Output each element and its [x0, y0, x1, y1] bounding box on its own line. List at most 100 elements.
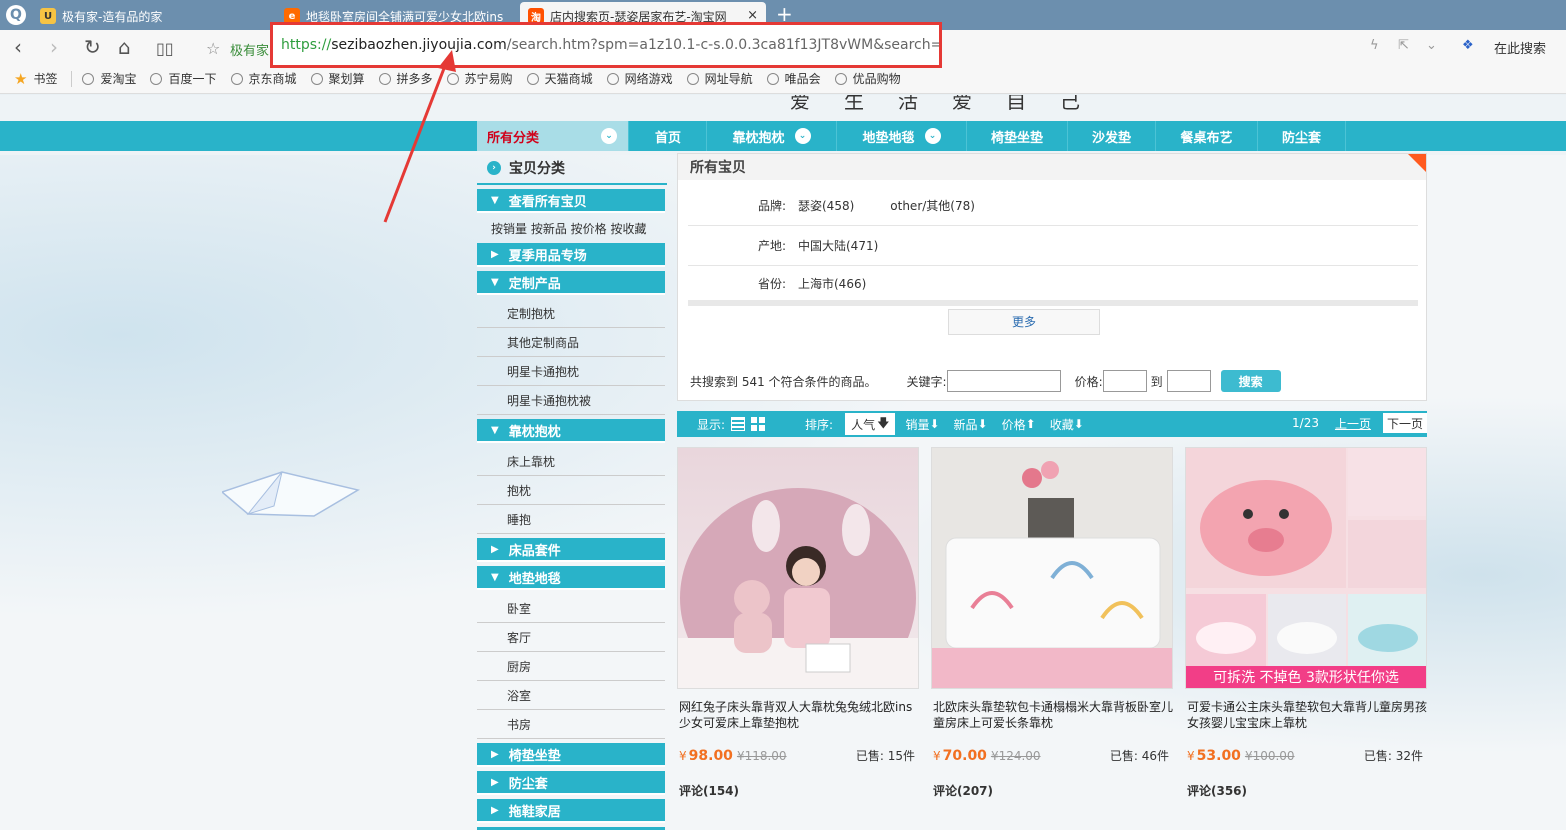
product-image[interactable]	[931, 447, 1173, 689]
product-image[interactable]: 可拆洗 不掉色 3款形状任你选	[1185, 447, 1427, 689]
bookmark-item[interactable]: 网络游戏	[606, 70, 673, 87]
product-card[interactable]: 北欧床头靠垫软包卡通榻榻米大靠背板卧室儿童房床上可爱长条靠枕 ¥ 70.00 ¥…	[931, 447, 1173, 799]
keyword-input[interactable]	[946, 370, 1061, 392]
cat-rugs[interactable]: 地垫地毯 ⌄	[837, 121, 967, 151]
sidebar-group[interactable]: ▶ 椅垫坐垫	[477, 743, 665, 767]
globe-icon	[310, 72, 323, 85]
sort-price[interactable]: 价格 ⬆	[1002, 416, 1036, 433]
close-tab-icon[interactable]: ×	[747, 8, 758, 23]
prev-page-link[interactable]: 上一页	[1335, 415, 1371, 432]
share-icon[interactable]: ⇱	[1398, 38, 1409, 53]
original-price: ¥124.00	[991, 749, 1041, 763]
product-title[interactable]: 北欧床头靠垫软包卡通榻榻米大靠背板卧室儿童房床上可爱长条靠枕	[931, 699, 1173, 731]
filter-value[interactable]: other/其他(78)	[890, 197, 975, 214]
sort-sales[interactable]: 销量 ⬇	[905, 416, 939, 433]
sidebar-item[interactable]: 客厅	[477, 623, 665, 652]
sidebar-item[interactable]: 其他定制商品	[477, 328, 665, 357]
review-count[interactable]: 评论(207)	[931, 782, 1173, 799]
sidebar-item[interactable]: 明星卡通抱枕被	[477, 386, 665, 415]
browser-logo-icon[interactable]: Q	[6, 5, 26, 25]
bookmark-item[interactable]: 聚划算	[310, 70, 365, 87]
grid-view-icon[interactable]	[751, 417, 766, 431]
sidebar-group[interactable]: ▶ 拖鞋家居	[477, 799, 665, 823]
bookmark-folder[interactable]: ★ 书签	[14, 70, 57, 88]
product-title[interactable]: 可爱卡通公主床头靠垫软包大靠背儿童房男孩女孩婴儿宝宝床上靠枕	[1185, 699, 1427, 731]
cat-all[interactable]: 所有分类 ⌄	[477, 121, 629, 151]
sidebar-item[interactable]: 厨房	[477, 652, 665, 681]
price-min-input[interactable]	[1102, 370, 1147, 392]
home-icon[interactable]: ⌂	[118, 35, 131, 59]
product-card[interactable]: 网红兔子床头靠背双人大靠枕兔兔绒北欧ins少女可爱床上靠垫抱枕 ¥ 98.00 …	[677, 447, 919, 799]
more-button[interactable]: 更多	[948, 309, 1100, 335]
bookmark-item[interactable]: 网址导航	[686, 70, 753, 87]
review-count[interactable]: 评论(154)	[677, 782, 919, 799]
forward-icon[interactable]: ›	[50, 35, 58, 59]
cat-seat-cushions[interactable]: 椅垫坐垫	[967, 121, 1068, 151]
arrow-down-icon: ▼	[491, 571, 499, 583]
sidebar-item[interactable]: 定制抱枕	[477, 299, 665, 328]
sidebar-item[interactable]: 明星卡通抱枕	[477, 357, 665, 386]
search-engine-box[interactable]: 在此搜索	[1494, 38, 1546, 57]
sort-toolbar: 显示: 排序: 人气 🡇 销量 ⬇ 新品 ⬇ 价格 ⬆ 收藏 ⬇ 1/23 上一页 下一页	[677, 411, 1427, 437]
globe-icon	[606, 72, 619, 85]
address-bar[interactable]: https://sezibaozhen.jiyoujia.com/search.…	[270, 22, 942, 68]
url-path: /search.htm?spm=a1z10.1-c-s.0.0.3ca81f13…	[506, 37, 942, 53]
bookmark-item[interactable]: 京东商城	[230, 70, 297, 87]
sidebar-group[interactable]: ▶ 夏季用品专场	[477, 243, 665, 267]
sort-favorites[interactable]: 收藏 ⬇	[1050, 416, 1084, 433]
sidebar-group[interactable]: ▶ 防尘套	[477, 771, 665, 795]
sort-popularity[interactable]: 人气 🡇	[845, 413, 896, 435]
price-max-input[interactable]	[1166, 370, 1211, 392]
bookmark-item[interactable]: 百度一下	[150, 70, 217, 87]
tab-jiyoujia[interactable]: U 极有家-造有品的家	[32, 2, 272, 30]
sidebar-group[interactable]: ▼ 靠枕抱枕	[477, 419, 665, 443]
list-view-icon[interactable]	[731, 417, 746, 431]
sort-new[interactable]: 新品 ⬇	[954, 416, 988, 433]
dropdown-chevron-icon[interactable]: ⌄	[1426, 38, 1437, 53]
filter-value[interactable]: 上海市(466)	[798, 275, 866, 292]
sidebar-item[interactable]: 浴室	[477, 681, 665, 710]
cat-home[interactable]: 首页	[630, 121, 707, 151]
sidebar-item[interactable]: 床上靠枕	[477, 447, 665, 476]
product-image[interactable]	[677, 447, 919, 689]
price-label: 价格:	[1074, 374, 1103, 389]
review-count[interactable]: 评论(356)	[1185, 782, 1427, 799]
bookmark-item[interactable]: 天猫商城	[526, 70, 593, 87]
bookmark-label: 书签	[33, 72, 58, 86]
bookmark-item[interactable]: 唯品会	[766, 70, 821, 87]
original-price: ¥100.00	[1245, 749, 1295, 763]
view-all-link[interactable]: ▼ 查看所有宝贝	[477, 189, 665, 213]
lightning-icon[interactable]: ϟ	[1370, 38, 1379, 53]
back-icon[interactable]: ‹	[14, 35, 22, 59]
sidebar-item[interactable]: 抱枕	[477, 476, 665, 505]
group-label: 查看所有宝贝	[508, 194, 587, 210]
sidebar-group[interactable]: ▼ 定制产品	[477, 271, 665, 295]
sidebar-item[interactable]: 卧室	[477, 594, 665, 623]
star-bookmark-icon[interactable]: ☆	[206, 37, 220, 61]
sidebar-item[interactable]: 书房	[477, 710, 665, 739]
product-card[interactable]: 可拆洗 不掉色 3款形状任你选 可爱卡通公主床头靠垫软包大靠背儿童房男孩女孩婴儿…	[1185, 447, 1427, 799]
cat-dust-covers[interactable]: 防尘套	[1258, 121, 1346, 151]
filter-value[interactable]: 瑟姿(458)	[798, 197, 854, 214]
group-label: 靠枕抱枕	[508, 424, 561, 440]
star-icon: ★	[14, 69, 28, 88]
cat-table-cloth[interactable]: 餐桌布艺	[1156, 121, 1258, 151]
jiyoujia-favicon-icon: U	[40, 8, 56, 24]
sort-links[interactable]: 按销量 按新品 按价格 按收藏	[477, 217, 667, 239]
sidebar-group[interactable]: ▼ 地垫地毯	[477, 566, 665, 590]
cat-cushions[interactable]: 靠枕抱枕 ⌄	[707, 121, 837, 151]
bookmark-item[interactable]: 爱淘宝	[82, 70, 136, 87]
search-button[interactable]: 搜索	[1220, 370, 1281, 392]
baidu-paw-icon[interactable]: ❖	[1462, 38, 1474, 53]
sidebar-group[interactable]: ▶ 床品套件	[477, 538, 665, 562]
reader-icon[interactable]: ▯▯	[156, 37, 174, 61]
filter-value[interactable]: 中国大陆(471)	[798, 237, 878, 254]
cat-sofa-covers[interactable]: 沙发垫	[1068, 121, 1156, 151]
bookmark-item[interactable]: 优品购物	[834, 70, 901, 87]
sidebar-item[interactable]: 睡抱	[477, 505, 665, 534]
group-label: 定制产品	[508, 276, 561, 292]
sold-count: 已售: 32件	[1363, 749, 1423, 763]
next-page-button[interactable]: 下一页	[1382, 413, 1427, 433]
product-title[interactable]: 网红兔子床头靠背双人大靠枕兔兔绒北欧ins少女可爱床上靠垫抱枕	[677, 699, 919, 731]
reload-icon[interactable]: ↻	[84, 35, 101, 59]
